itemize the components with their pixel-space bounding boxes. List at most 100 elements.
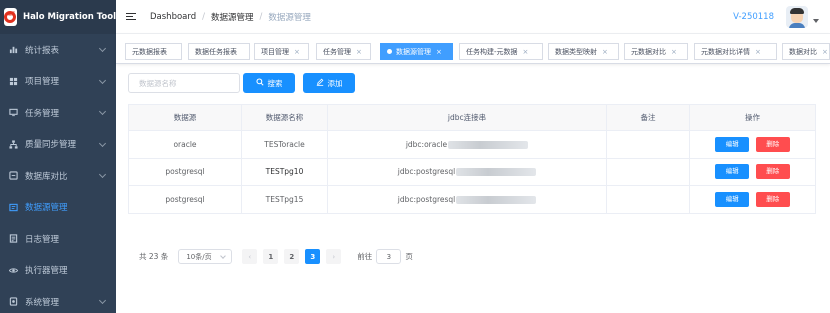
hamburger-icon[interactable] [126,12,136,21]
sidebar-item-executors[interactable]: 执行器管理 [0,255,116,287]
breadcrumb-separator: / [259,11,263,22]
table-row: postgresql TESTpg15 jdbc:postgresql 编辑 删… [128,185,816,214]
chevron-down-icon [98,170,107,179]
chevron-down-icon [98,44,107,53]
sidebar-item-label: 质量同步管理 [25,140,77,151]
sidebar-item-label: 数据库对比 [25,171,68,182]
edit-button[interactable]: 编辑 [715,191,750,207]
goto-page-input[interactable] [376,249,402,264]
tag-metadata-compare-detail[interactable]: 元数据对比详情 × [694,43,777,60]
avatar[interactable] [786,6,808,28]
edit-button[interactable]: 编辑 [715,164,750,180]
cell-actions: 编辑 删除 [689,185,816,214]
sidebar-item-label: 统计报表 [25,45,60,56]
tag-task-build-metadata[interactable]: 任务构建-元数据 × [459,43,543,60]
close-icon[interactable]: × [671,48,677,56]
next-page-button[interactable]: › [326,249,342,264]
tag-data-task-report[interactable]: 数据任务报表 [188,43,250,60]
sidebar-item-quality-sync[interactable]: 质量同步管理 [0,129,116,161]
log-icon [9,234,18,243]
tag-datasource-management[interactable]: 数据源管理 × [380,43,453,60]
search-icon [255,78,264,88]
close-icon[interactable]: × [356,48,362,56]
close-icon[interactable]: × [523,48,529,56]
breadcrumb-separator: / [202,11,205,22]
cell-actions: 编辑 删除 [689,157,816,186]
close-icon[interactable]: × [822,48,828,56]
datasource-name-search-input[interactable] [128,73,240,93]
breadcrumb: Dashboard / 数据源管理 / 数据源管理 [150,11,311,23]
tag-label: 元数据对比 [631,47,666,56]
sidebar: 瀚高 Halo Migration Tool 统计报表 项目管理 任务管理 质量… [0,0,116,313]
app-root: 瀚高 Halo Migration Tool 统计报表 项目管理 任务管理 质量… [0,0,830,313]
breadcrumb-current: 数据源管理 [268,12,311,23]
delete-button[interactable]: 删除 [755,191,790,207]
cell-actions: 编辑 删除 [689,130,816,159]
table-header-row: 数据源 数据源名称 jdbc连接串 备注 操作 [128,104,816,131]
column-header: jdbc连接串 [327,104,607,131]
edit-icon [316,78,324,88]
tag-data-compare[interactable]: 数据对比 × [782,43,830,60]
delete-button[interactable]: 删除 [755,164,790,180]
active-dot-icon [387,49,392,54]
redacted-text [456,195,537,204]
search-button[interactable]: 搜索 [243,73,295,93]
cell-name: TESTpg10 [241,157,328,186]
page-button-2[interactable]: 2 [284,249,300,264]
brand[interactable]: 瀚高 Halo Migration Tool [0,0,116,34]
tag-label: 任务管理 [323,47,351,56]
sidebar-item-db-compare[interactable]: 数据库对比 [0,160,116,192]
chevron-down-icon [98,139,107,147]
page-button-1[interactable]: 1 [263,249,279,264]
page-button-3[interactable]: 3 [305,249,321,264]
sidebar-item-datasource[interactable]: 数据源管理 [0,192,116,224]
close-icon[interactable]: × [436,48,442,56]
chevron-down-icon [98,296,107,305]
close-icon[interactable]: × [294,48,300,56]
sidebar-item-logs[interactable]: 日志管理 [0,223,116,255]
cell-note [606,185,690,214]
monitor-icon [9,108,18,117]
cell-name: TESToracle [241,130,328,159]
version-label: V-250118 [733,12,774,22]
tag-label: 数据任务报表 [195,47,237,56]
redacted-text [456,168,537,177]
prev-page-button[interactable]: ‹ [242,249,258,264]
column-header: 备注 [606,104,690,131]
close-icon[interactable]: × [755,48,761,56]
column-header: 数据源名称 [241,104,328,131]
tag-task-management[interactable]: 任务管理 × [316,43,371,60]
cell-jdbc: jdbc:oracle [327,130,607,159]
sidebar-menu: 统计报表 项目管理 任务管理 质量同步管理 数据库对比 数据源管理 日志管理 执… [0,34,116,313]
sidebar-item-stats[interactable]: 统计报表 [0,34,116,66]
search-button-label: 搜索 [267,78,283,88]
add-button[interactable]: 添加 [303,73,355,93]
column-header: 数据源 [128,104,242,131]
tag-datatype-mapping[interactable]: 数据类型映射 × [548,43,619,60]
tag-project-management[interactable]: 项目管理 × [254,43,309,60]
sidebar-item-label: 任务管理 [25,108,60,119]
pagination: 共 23 条 10条/页 ‹ 1 2 3 › 前往 页 [139,249,413,264]
tag-metadata-report[interactable]: 元数据报表 [125,43,182,60]
add-button-label: 添加 [327,78,343,88]
sidebar-item-label: 系统管理 [25,297,60,308]
sidebar-item-tasks[interactable]: 任务管理 [0,97,116,129]
caret-down-icon[interactable] [813,19,819,23]
cell-source: postgresql [128,185,242,214]
close-icon[interactable]: × [602,48,608,56]
page-size-select[interactable]: 10条/页 [178,249,233,264]
datasource-table: 数据源 数据源名称 jdbc连接串 备注 操作 oracle TESToracl… [128,104,816,214]
sidebar-item-system[interactable]: 系统管理 [0,286,116,313]
table-row: postgresql TESTpg10 jdbc:postgresql 编辑 删… [128,157,816,186]
pagination-total: 共 23 条 [139,252,169,261]
tag-metadata-compare[interactable]: 元数据对比 × [624,43,688,60]
cell-note [606,130,690,159]
breadcrumb-datasource-group[interactable]: 数据源管理 [211,11,254,23]
sidebar-item-label: 项目管理 [25,77,60,88]
sidebar-item-projects[interactable]: 项目管理 [0,66,116,98]
edit-button[interactable]: 编辑 [715,136,750,152]
logo-icon: 瀚高 [4,8,17,26]
breadcrumb-dashboard[interactable]: Dashboard [150,12,196,22]
tag-label: 元数据报表 [132,47,167,56]
delete-button[interactable]: 删除 [755,136,790,152]
